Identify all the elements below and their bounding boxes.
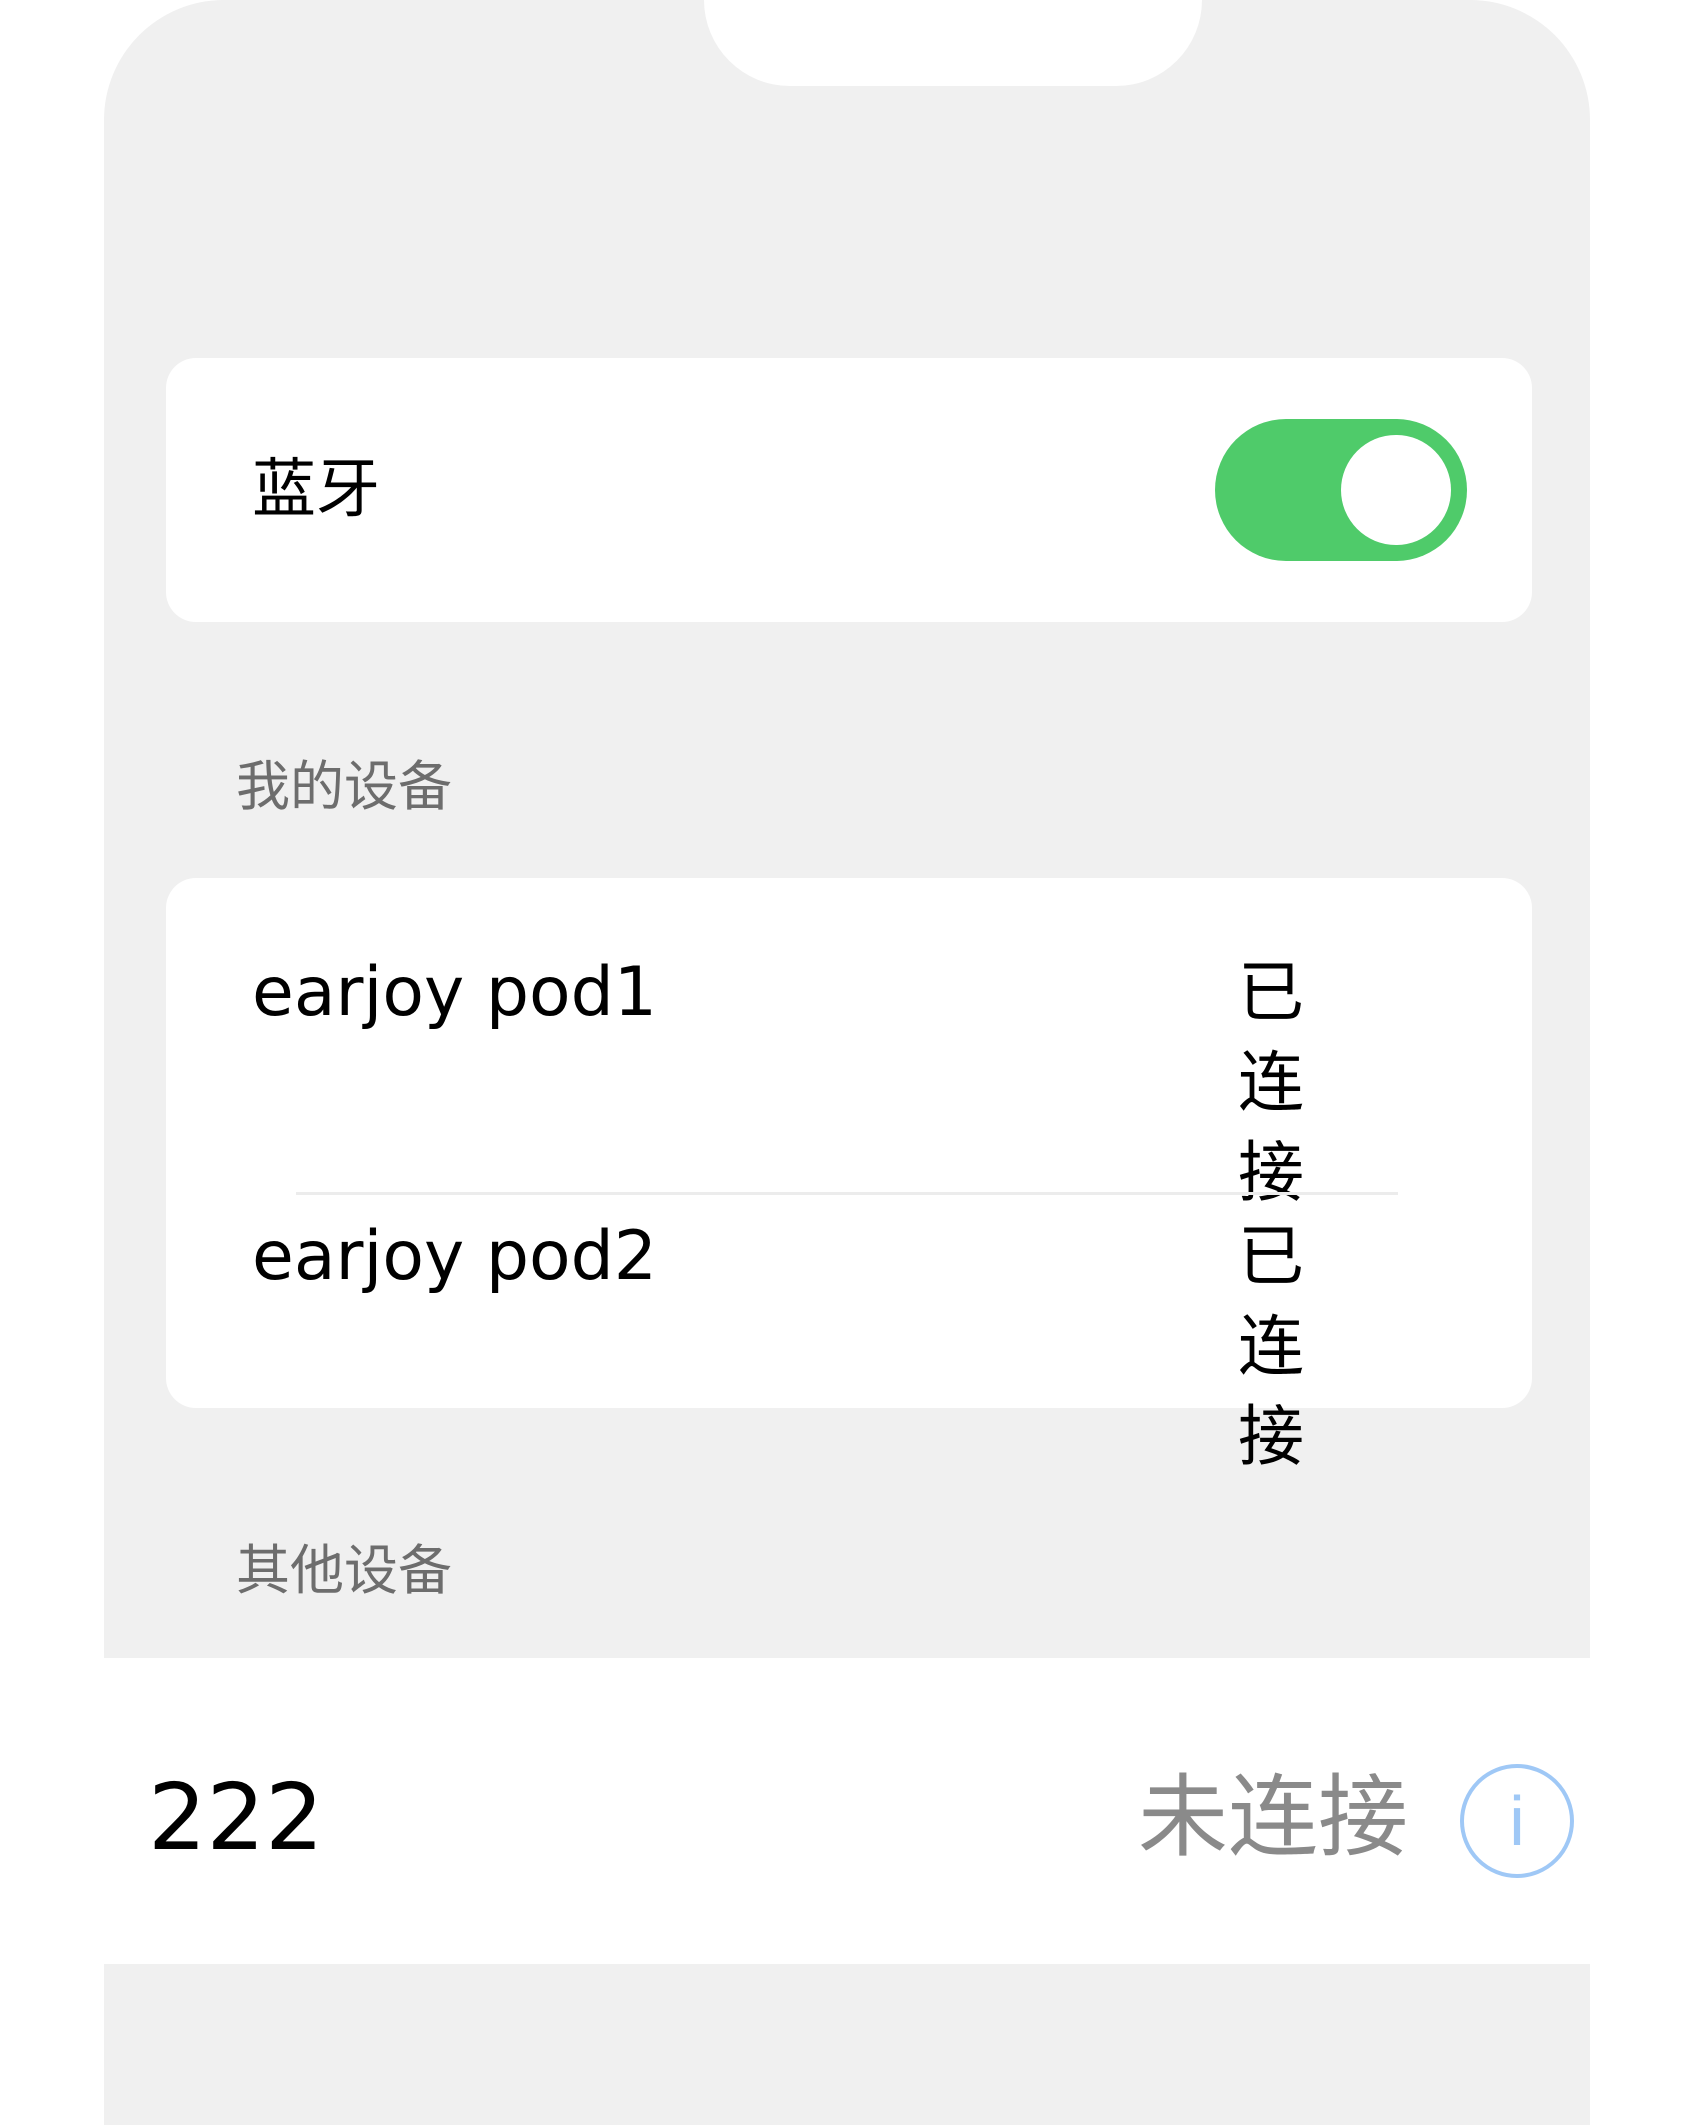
device-name: earjoy pod1 <box>252 953 658 1032</box>
my-devices-title: 我的设备 <box>236 755 452 818</box>
other-device-name: 222 <box>148 1764 324 1871</box>
other-device-row-222[interactable]: 222 未连接 i <box>104 1658 1590 1964</box>
bluetooth-card: 蓝牙 <box>166 358 1532 622</box>
device-status: 已连接 <box>1238 954 1304 1211</box>
info-icon[interactable]: i <box>1460 1764 1574 1878</box>
device-name: earjoy pod2 <box>252 1217 658 1296</box>
info-glyph: i <box>1509 1782 1525 1860</box>
row-divider <box>296 1192 1398 1195</box>
notch <box>704 0 1202 86</box>
other-devices-title: 其他设备 <box>236 1539 452 1602</box>
toggle-knob <box>1341 435 1451 545</box>
device-status: 已连接 <box>1238 1218 1304 1475</box>
other-device-status: 未连接 <box>1138 1765 1408 1870</box>
device-row-earjoy-pod2[interactable]: earjoy pod2 已连接 <box>0 1212 1366 1475</box>
bluetooth-toggle[interactable] <box>1215 419 1467 561</box>
bluetooth-label: 蓝牙 <box>252 453 380 527</box>
device-row-earjoy-pod1[interactable]: earjoy pod1 已连接 <box>0 948 1366 1211</box>
